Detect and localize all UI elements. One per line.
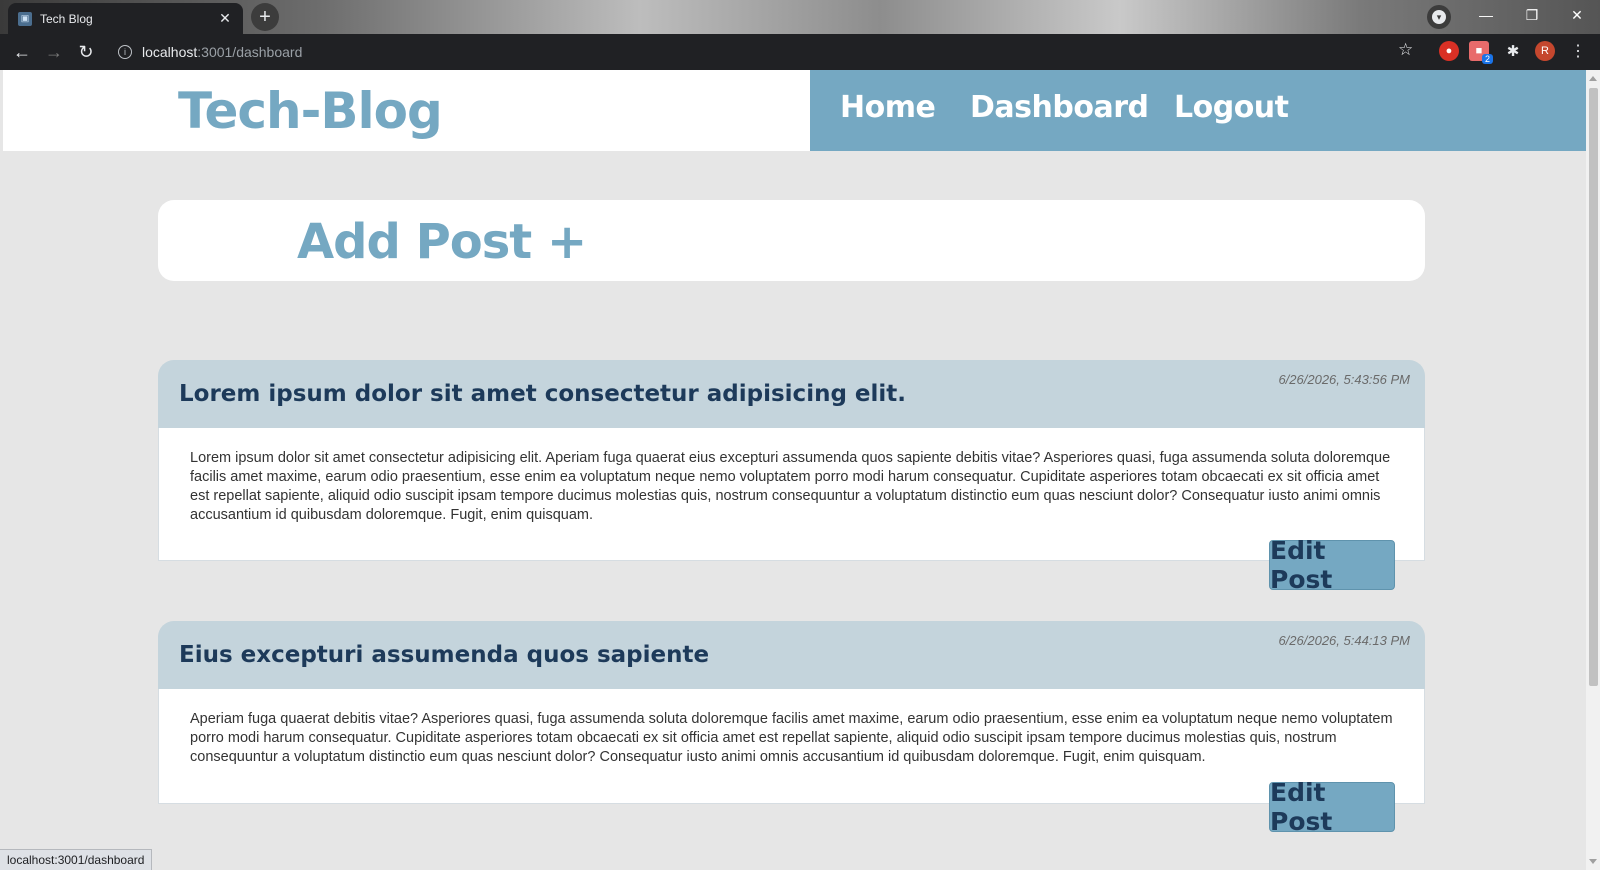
restore-button[interactable]: ❐ [1509,0,1555,30]
status-url-bubble: localhost:3001/dashboard [0,849,153,870]
tab-search-button[interactable]: ▾ [1427,5,1451,29]
vertical-scrollbar[interactable] [1586,70,1600,870]
post-card: Eius excepturi assumenda quos sapiente 6… [158,621,1425,836]
post-header: Eius excepturi assumenda quos sapiente 6… [158,621,1425,689]
post-content: Lorem ipsum dolor sit amet consectetur a… [190,450,1391,523]
browser-tab[interactable]: ▣ Tech Blog ✕ [8,3,243,34]
post-date: 6/26/2026, 5:43:56 PM [1278,372,1410,387]
profile-avatar[interactable]: R [1535,41,1555,61]
scrollbar-thumb[interactable] [1589,88,1598,686]
tab-title: Tech Blog [40,11,93,26]
post-body: Lorem ipsum dolor sit amet consectetur a… [158,428,1425,561]
url-path: :3001/dashboard [197,44,303,60]
bookmark-star-icon[interactable]: ☆ [1398,40,1413,60]
address-bar[interactable]: i localhost:3001/dashboard [110,38,1410,66]
main-nav: Home Dashboard Logout [810,70,1586,151]
nav-dashboard-link[interactable]: Dashboard [970,90,1149,125]
menu-dots-icon[interactable]: ⋮ [1568,41,1588,61]
back-arrow-icon[interactable]: ← [6,36,38,68]
nav-logout-link[interactable]: Logout [1174,90,1289,125]
reload-icon[interactable]: ↻ [70,36,102,68]
edit-post-button[interactable]: Edit Post [1269,536,1395,594]
nav-home-link[interactable]: Home [840,90,936,125]
close-window-button[interactable]: ✕ [1554,0,1600,30]
edit-post-button[interactable]: Edit Post [1269,778,1395,836]
chevron-down-icon: ▾ [1432,10,1446,24]
post-content: Aperiam fuga quaerat debitis vitae? Aspe… [190,711,1393,765]
url-host: localhost [142,44,198,60]
post-date: 6/26/2026, 5:44:13 PM [1278,633,1410,648]
tab-close-icon[interactable]: ✕ [217,10,233,27]
post-body: Aperiam fuga quaerat debitis vitae? Aspe… [158,689,1425,804]
add-post-card[interactable]: Add Post + [158,200,1425,281]
extensions-puzzle-icon[interactable]: ✱ [1503,41,1523,61]
info-icon[interactable]: i [118,45,132,59]
post-card: Lorem ipsum dolor sit amet consectetur a… [158,360,1425,594]
scroll-down-arrow-icon[interactable] [1589,859,1597,864]
post-title[interactable]: Lorem ipsum dolor sit amet consectetur a… [179,381,906,407]
tab-favicon-icon: ▣ [18,11,32,26]
new-tab-button[interactable]: + [251,3,279,31]
browser-tabstrip: ▣ Tech Blog ✕ + ▾ — ❐ ✕ [0,0,1600,34]
site-logo[interactable]: Tech-Blog [178,82,443,140]
extension-badge: 2 [1482,54,1494,64]
post-header: Lorem ipsum dolor sit amet consectetur a… [158,360,1425,428]
post-title[interactable]: Eius excepturi assumenda quos sapiente [179,642,709,668]
minimize-button[interactable]: — [1463,0,1509,30]
page-viewport: Tech-Blog Home Dashboard Logout Add Post… [0,70,1586,870]
browser-toolbar: ← → ↻ i localhost:3001/dashboard ☆ ● ■ ✱… [0,34,1600,70]
add-post-button[interactable]: Add Post + [297,214,587,270]
extension-shield-icon[interactable]: ● [1439,41,1459,61]
forward-arrow-icon[interactable]: → [38,36,70,68]
site-header: Tech-Blog Home Dashboard Logout [3,70,1586,151]
scroll-up-arrow-icon[interactable] [1589,76,1597,81]
